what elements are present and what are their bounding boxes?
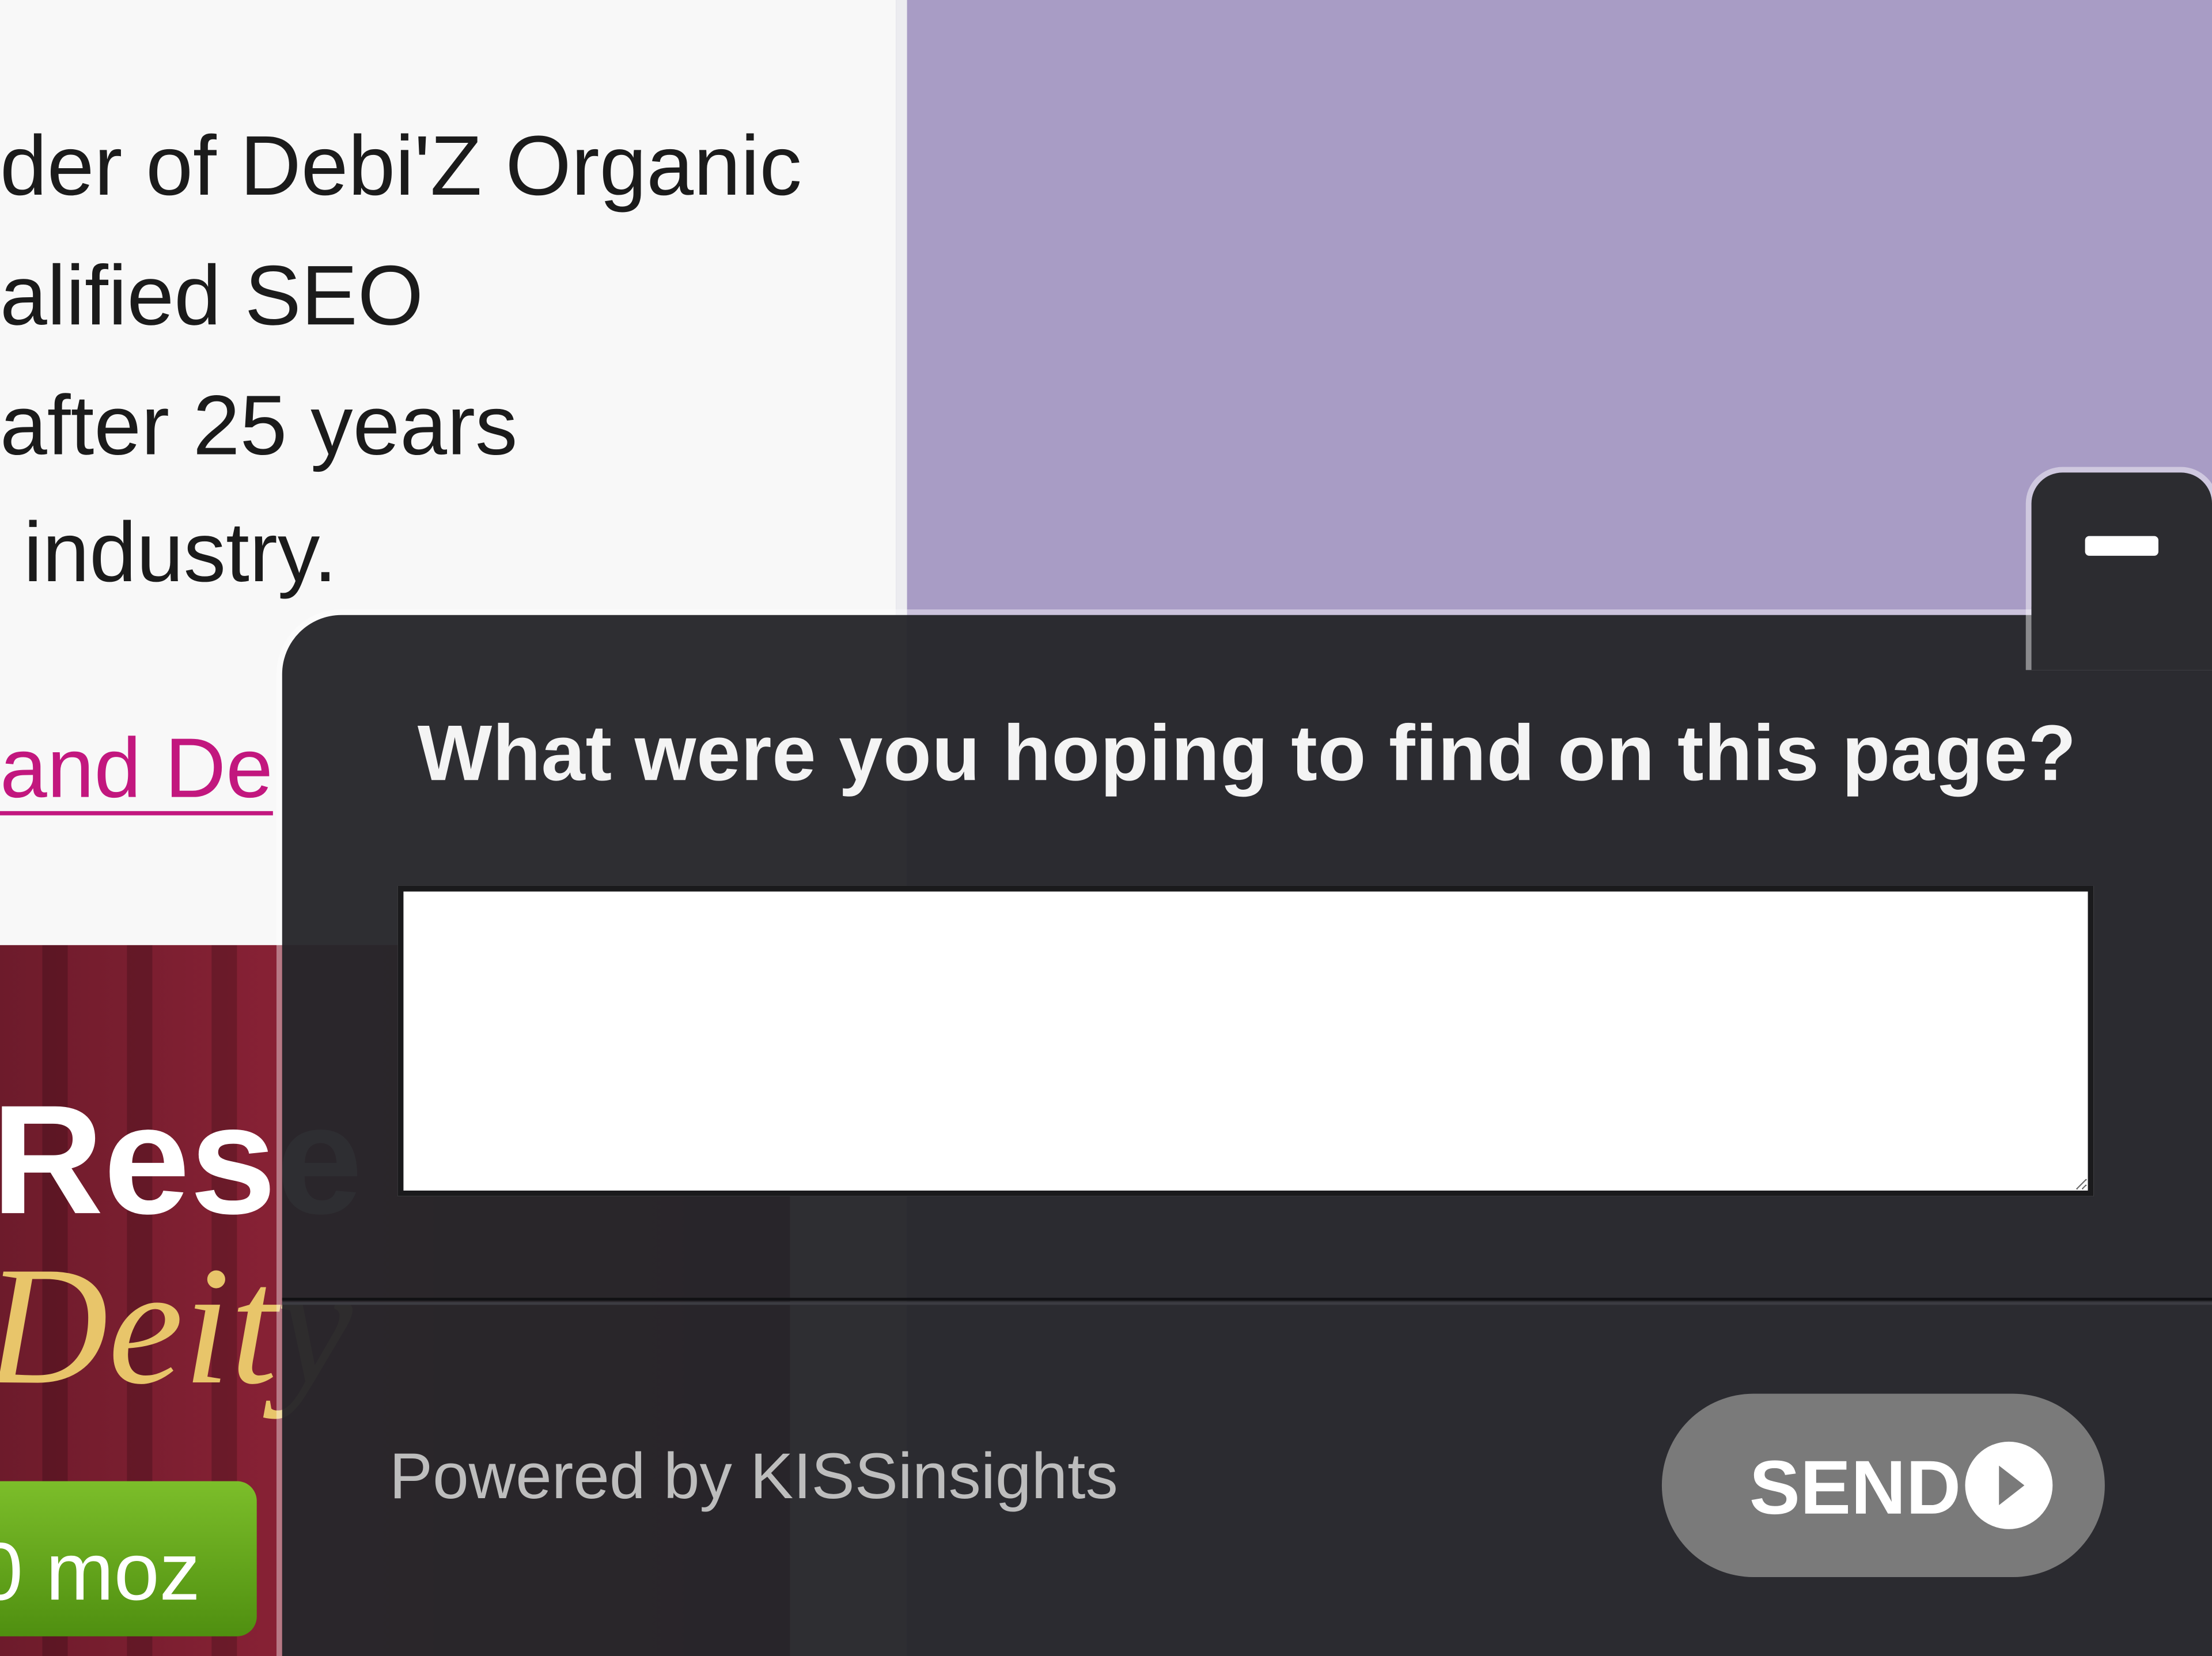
screenshot-stage: der of Debi'Z Organic alified SEO after … bbox=[0, 0, 2212, 1656]
paragraph-line-4: industry. bbox=[0, 505, 338, 600]
paragraph-line-3: after 25 years bbox=[0, 378, 518, 473]
answer-textarea[interactable] bbox=[397, 885, 2094, 1196]
widget-tab bbox=[2031, 472, 2212, 670]
footer-divider-highlight bbox=[282, 1302, 2212, 1305]
minimize-icon[interactable] bbox=[2085, 536, 2158, 556]
footer-divider bbox=[282, 1298, 2212, 1301]
paragraph-line-1: der of Debi'Z Organic bbox=[0, 118, 802, 213]
send-button-label: SEND bbox=[1749, 1446, 1961, 1531]
banner-button[interactable]: 0 moz bbox=[0, 1481, 257, 1636]
powered-by-link[interactable]: Powered by KISSinsights bbox=[389, 1443, 1118, 1508]
play-circle-icon bbox=[1965, 1441, 2053, 1529]
widget-tab-join bbox=[2031, 607, 2212, 630]
author-link[interactable]: and De bbox=[0, 726, 273, 811]
widget-question: What were you hoping to find on this pag… bbox=[417, 708, 2077, 797]
paragraph-line-2: alified SEO bbox=[0, 248, 424, 343]
